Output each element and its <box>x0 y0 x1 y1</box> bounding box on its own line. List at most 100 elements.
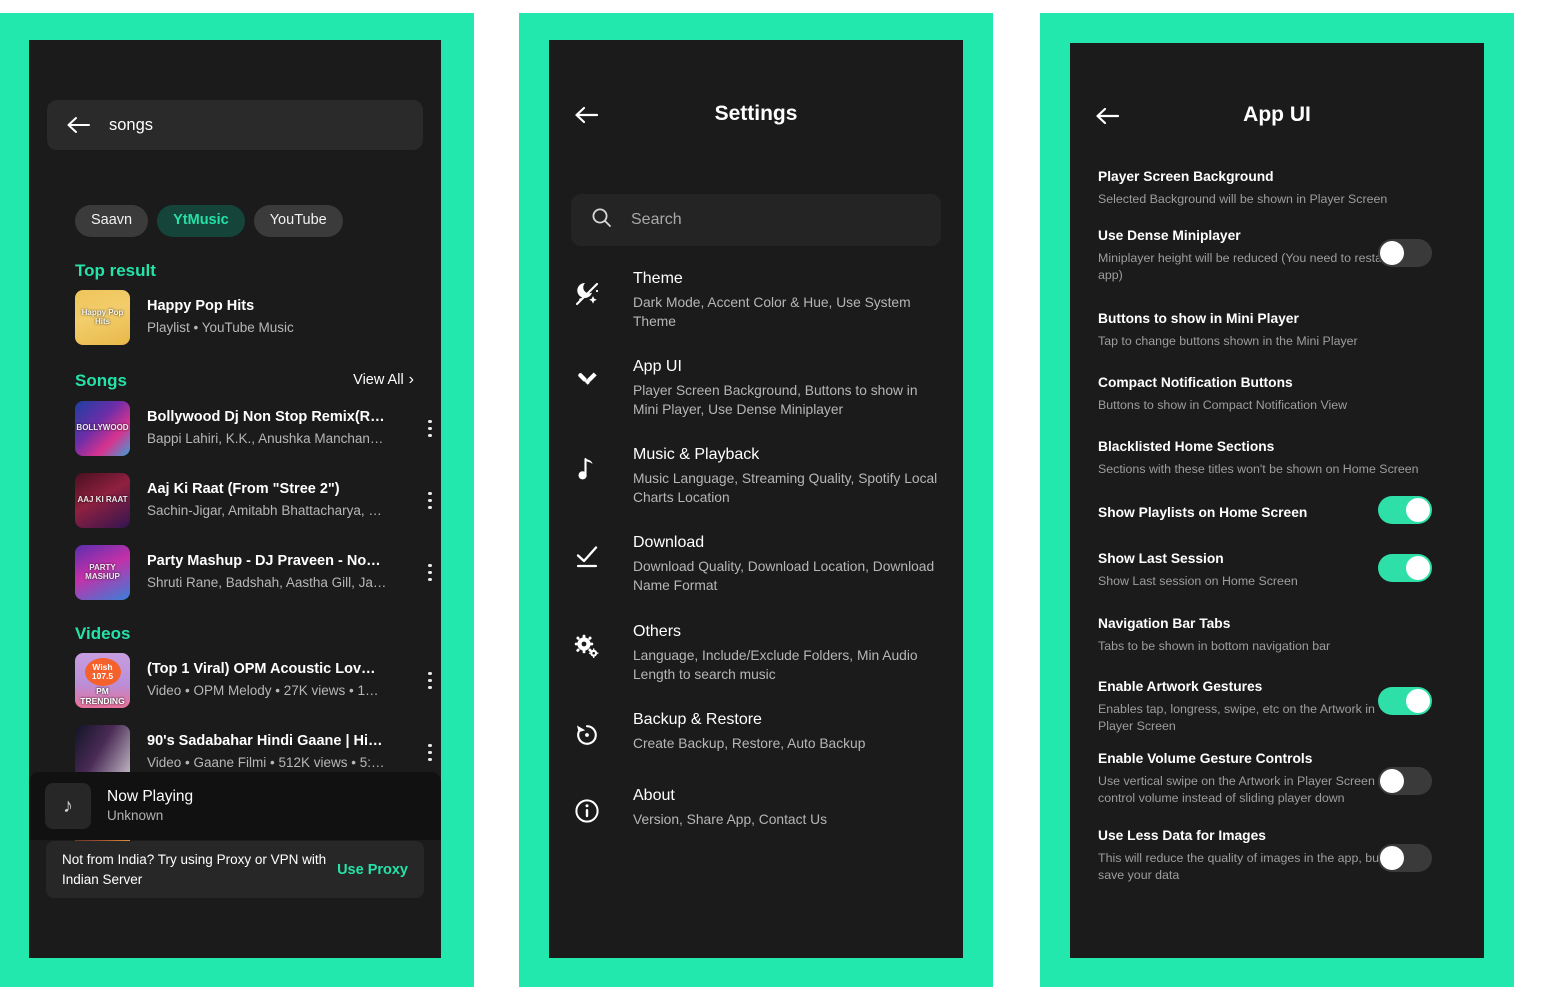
appui-row-navigation-bar-tabs[interactable]: Navigation Bar Tabs Tabs to be shown in … <box>1098 615 1456 655</box>
appui-row-subtitle: Selected Background will be shown in Pla… <box>1098 191 1388 206</box>
settings-item-download[interactable]: Download Download Quality, Download Loca… <box>549 532 963 596</box>
appui-row-use-dense-miniplayer[interactable]: Use Dense Miniplayer Miniplayer height w… <box>1098 227 1456 285</box>
back-arrow-icon[interactable] <box>65 115 91 135</box>
song-text: Bollywood Dj Non Stop Remix(R… Bappi Lah… <box>147 408 419 448</box>
toggle-knob <box>1406 689 1430 713</box>
settings-item-body: App UI Player Screen Background, Buttons… <box>633 356 943 420</box>
video-title: 90's Sadabahar Hindi Gaane | Hi… <box>147 733 383 750</box>
toggle-use-less-data[interactable] <box>1378 844 1432 872</box>
appui-row-subtitle: Tabs to be shown in bottom navigation ba… <box>1098 638 1331 653</box>
artwork-caption: AAJ KI RAAT <box>77 495 128 505</box>
settings-item-title: Download <box>633 534 705 551</box>
settings-item-subtitle: Create Backup, Restore, Auto Backup <box>633 735 866 751</box>
appui-row-enable-artwork-gestures[interactable]: Enable Artwork Gestures Enables tap, lon… <box>1098 678 1456 736</box>
toggle-show-playlists-home[interactable] <box>1378 496 1432 524</box>
brush-pencil-icon <box>567 356 607 395</box>
settings-item-about[interactable]: About Version, Share App, Contact Us <box>549 785 963 829</box>
thumbnail-video-0: Wish 107.5 PM TRENDING <box>75 653 130 708</box>
appui-row-use-less-data[interactable]: Use Less Data for Images This will reduc… <box>1098 827 1456 885</box>
search-icon <box>591 207 612 233</box>
appui-row-subtitle: Tap to change buttons shown in the Mini … <box>1098 333 1358 348</box>
settings-item-backup-restore[interactable]: Backup & Restore Create Backup, Restore,… <box>549 709 963 753</box>
settings-item-title: Others <box>633 623 682 640</box>
thumbnail-song-1: AAJ KI RAAT <box>75 473 130 528</box>
toggle-knob <box>1380 846 1404 870</box>
settings-item-subtitle: Music Language, Streaming Quality, Spoti… <box>633 470 938 506</box>
gears-icon <box>567 621 607 660</box>
chip-youtube[interactable]: YouTube <box>253 205 343 237</box>
settings-item-body: Others Language, Include/Exclude Folders… <box>633 621 943 685</box>
settings-item-music-playback[interactable]: Music & Playback Music Language, Streami… <box>549 444 963 508</box>
search-bar[interactable]: songs <box>47 100 423 150</box>
settings-item-title: App UI <box>633 358 682 375</box>
appui-row-title: Compact Notification Buttons <box>1098 375 1293 390</box>
toggle-enable-volume-gestures[interactable] <box>1378 767 1432 795</box>
appui-row-show-playlists-home[interactable]: Show Playlists on Home Screen <box>1098 496 1456 524</box>
appui-row-blacklisted-home-sections[interactable]: Blacklisted Home Sections Sections with … <box>1098 438 1456 478</box>
more-options-icon[interactable] <box>419 491 441 510</box>
more-options-icon[interactable] <box>419 671 441 690</box>
more-options-icon[interactable] <box>419 419 441 438</box>
settings-search-input[interactable]: Search <box>571 194 941 246</box>
appui-row-player-screen-background[interactable]: Player Screen Background Selected Backgr… <box>1098 168 1456 208</box>
download-check-icon <box>567 532 607 569</box>
appui-row-show-last-session[interactable]: Show Last Session Show Last session on H… <box>1098 550 1456 590</box>
toggle-use-dense-miniplayer[interactable] <box>1378 239 1432 267</box>
settings-item-theme[interactable]: Theme Dark Mode, Accent Color & Hue, Use… <box>549 268 963 332</box>
use-proxy-button[interactable]: Use Proxy <box>337 862 408 878</box>
now-playing-subtitle: Unknown <box>107 807 164 823</box>
proxy-toast: Not from India? Try using Proxy or VPN w… <box>46 841 424 898</box>
search-input-value[interactable]: songs <box>109 116 153 135</box>
top-result-text: Happy Pop Hits Playlist • YouTube Music <box>147 297 441 337</box>
wish-logo-icon: Wish 107.5 <box>84 657 121 686</box>
settings-item-body: Theme Dark Mode, Accent Color & Hue, Use… <box>633 268 943 332</box>
section-header-top-result: Top result <box>75 261 156 280</box>
settings-item-others[interactable]: Others Language, Include/Exclude Folders… <box>549 621 963 685</box>
appui-row-subtitle: Miniplayer height will be reduced (You n… <box>1098 250 1390 283</box>
appui-row-title: Navigation Bar Tabs <box>1098 616 1231 631</box>
settings-item-title: Music & Playback <box>633 446 760 463</box>
view-all-songs-button[interactable]: View All › <box>353 371 414 389</box>
toggle-knob <box>1380 241 1404 265</box>
settings-topbar: Settings <box>549 40 963 190</box>
appui-row-subtitle: Buttons to show in Compact Notification … <box>1098 397 1348 412</box>
settings-item-app-ui[interactable]: App UI Player Screen Background, Buttons… <box>549 356 963 420</box>
now-playing-title: Now Playing <box>107 787 194 805</box>
toggle-enable-artwork-gestures[interactable] <box>1378 687 1432 715</box>
section-header-songs: Songs <box>75 371 127 390</box>
chip-saavn[interactable]: Saavn <box>75 205 149 237</box>
top-result-subtitle: Playlist • YouTube Music <box>147 320 294 335</box>
chip-ytmusic[interactable]: YtMusic <box>157 205 245 237</box>
info-icon <box>567 785 607 824</box>
top-result-row[interactable]: Happy Pop Hits Happy Pop Hits Playlist •… <box>75 290 441 345</box>
video-text: 90's Sadabahar Hindi Gaane | Hi… Video •… <box>147 732 419 772</box>
toggle-show-last-session[interactable] <box>1378 554 1432 582</box>
wish-freq: 107.5 <box>91 670 114 681</box>
page-title: App UI <box>1243 103 1311 126</box>
screenshot-stage: songs Saavn YtMusic YouTube Top result H… <box>0 0 1548 1000</box>
song-row[interactable]: AAJ KI RAAT Aaj Ki Raat (From "Stree 2")… <box>75 473 441 528</box>
more-options-icon[interactable] <box>419 563 441 582</box>
thumbnail-happy-pop-hits: Happy Pop Hits <box>75 290 130 345</box>
video-text: (Top 1 Viral) OPM Acoustic Lov… Video • … <box>147 660 419 700</box>
song-row[interactable]: PARTY MASHUP Party Mashup - DJ Praveen -… <box>75 545 441 600</box>
song-title: Aaj Ki Raat (From "Stree 2") <box>147 481 340 498</box>
toggle-knob <box>1380 769 1404 793</box>
appui-row-compact-notification-buttons[interactable]: Compact Notification Buttons Buttons to … <box>1098 374 1456 414</box>
settings-item-title: About <box>633 787 675 804</box>
song-row[interactable]: BOLLYWOOD Bollywood Dj Non Stop Remix(R…… <box>75 401 441 456</box>
song-text: Aaj Ki Raat (From "Stree 2") Sachin-Jiga… <box>147 480 419 520</box>
song-title: Bollywood Dj Non Stop Remix(R… <box>147 409 385 426</box>
source-filter-chips: Saavn YtMusic YouTube <box>75 205 343 237</box>
now-playing-bar[interactable]: ♪ Now Playing Unknown <box>29 772 441 840</box>
appui-row-buttons-mini-player[interactable]: Buttons to show in Mini Player Tap to ch… <box>1098 310 1456 350</box>
video-row[interactable]: Wish 107.5 PM TRENDING (Top 1 Viral) OPM… <box>75 653 441 708</box>
appui-row-subtitle: Show Last session on Home Screen <box>1098 573 1298 588</box>
artwork-caption: PM TRENDING <box>80 686 125 706</box>
appui-row-enable-volume-gestures[interactable]: Enable Volume Gesture Controls Use verti… <box>1098 750 1456 808</box>
more-options-icon[interactable] <box>419 743 441 762</box>
settings-item-title: Backup & Restore <box>633 711 762 728</box>
settings-item-body: About Version, Share App, Contact Us <box>633 785 943 829</box>
song-text: Party Mashup - DJ Praveen - No… Shruti R… <box>147 552 419 592</box>
toggle-knob <box>1406 556 1430 580</box>
